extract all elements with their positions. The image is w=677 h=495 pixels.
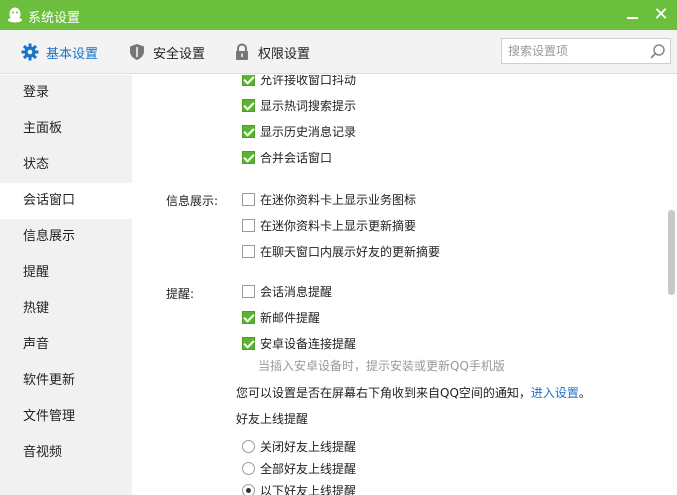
section-label-info-display: 信息展示: <box>166 194 219 208</box>
checkbox-label: 在迷你资料卡上显示更新摘要 <box>260 218 417 233</box>
qzone-notice-period: 。 <box>578 386 591 400</box>
radio-selected-friends-online[interactable]: 以下好友上线提醒 <box>242 481 356 495</box>
sidebar-item-info-display[interactable]: 信息展示 <box>0 219 132 255</box>
checkbox[interactable] <box>242 336 255 350</box>
checkbox[interactable] <box>242 150 255 164</box>
checkbox-label: 合并会话窗口 <box>260 150 333 165</box>
checkbox-allow-window-shake[interactable]: 允许接收窗口抖动 <box>242 75 356 88</box>
radio-all-friends-online[interactable]: 全部好友上线提醒 <box>242 459 356 477</box>
section-label-friend-online: 好友上线提醒 <box>236 412 309 426</box>
checkbox-label: 安卓设备连接提醒 <box>260 336 357 351</box>
gear-icon <box>21 43 39 61</box>
radio-disable-friend-online[interactable]: 关闭好友上线提醒 <box>242 437 356 455</box>
qzone-notice-text: 您可以设置是否在屏幕右下角收到来自QQ空间的通知， <box>236 386 531 400</box>
sidebar-item-file-management[interactable]: 文件管理 <box>0 399 132 435</box>
window-title: 系统设置 <box>28 11 81 26</box>
checkbox-hot-word-search[interactable]: 显示热词搜索提示 <box>242 96 356 114</box>
checkbox-mini-card-business-icon[interactable]: 在迷你资料卡上显示业务图标 <box>242 190 416 208</box>
scrollbar-thumb[interactable] <box>668 210 675 295</box>
checkbox-label: 在迷你资料卡上显示业务图标 <box>260 192 417 207</box>
section-label-reminder: 提醒: <box>166 287 195 301</box>
checkbox-merge-sessions[interactable]: 合并会话窗口 <box>242 148 332 166</box>
search-icon[interactable] <box>649 43 666 60</box>
settings-content: 允许接收窗口抖动 显示热词搜索提示 显示历史消息记录 合并会话窗口 信息展示: … <box>132 75 677 495</box>
tab-permission-settings[interactable]: 权限设置 <box>233 41 310 63</box>
checkbox-label: 允许接收窗口抖动 <box>260 75 357 87</box>
radio-label: 以下好友上线提醒 <box>260 483 357 495</box>
checkbox-new-mail-reminder[interactable]: 新邮件提醒 <box>242 308 320 326</box>
sidebar-item-session-window[interactable]: 会话窗口 <box>0 183 132 219</box>
minimize-button[interactable] <box>622 5 642 25</box>
settings-sidebar: 登录 主面板 状态 会话窗口 信息展示 提醒 热键 声音 软件更新 文件管理 音… <box>0 75 132 495</box>
title-bar: 系统设置 ✕ <box>0 0 677 30</box>
checkbox[interactable] <box>242 310 255 324</box>
sidebar-item-status[interactable]: 状态 <box>0 147 132 183</box>
lock-icon <box>236 43 248 60</box>
checkbox-label: 新邮件提醒 <box>260 310 321 325</box>
sidebar-item-audio-video[interactable]: 音视频 <box>0 435 132 471</box>
checkbox-mini-card-update-summary[interactable]: 在迷你资料卡上显示更新摘要 <box>242 216 416 234</box>
checkbox[interactable] <box>242 124 255 138</box>
sidebar-item-software-update[interactable]: 软件更新 <box>0 363 132 399</box>
checkbox-show-history[interactable]: 显示历史消息记录 <box>242 122 356 140</box>
checkbox[interactable] <box>242 244 255 258</box>
sidebar-item-login[interactable]: 登录 <box>0 75 132 111</box>
android-hint-text: 当插入安卓设备时，提示安装或更新QQ手机版 <box>258 359 505 373</box>
content-scrollbar[interactable] <box>666 75 677 495</box>
checkbox-label: 会话消息提醒 <box>260 284 333 299</box>
search-input[interactable] <box>508 42 648 60</box>
checkbox-label: 显示历史消息记录 <box>260 124 357 139</box>
tab-label: 安全设置 <box>153 46 206 62</box>
close-button[interactable]: ✕ <box>650 4 672 26</box>
qzone-notice: 您可以设置是否在屏幕右下角收到来自QQ空间的通知，进入设置。 <box>236 384 591 401</box>
checkbox[interactable] <box>242 218 255 232</box>
radio-button[interactable] <box>242 483 255 495</box>
checkbox-chat-friend-updates[interactable]: 在聊天窗口内展示好友的更新摘要 <box>242 242 440 260</box>
checkbox[interactable] <box>242 284 255 298</box>
checkbox[interactable] <box>242 75 255 86</box>
checkbox[interactable] <box>242 98 255 112</box>
sidebar-item-hotkeys[interactable]: 热键 <box>0 291 132 327</box>
shield-icon <box>130 44 144 60</box>
checkbox-label: 在聊天窗口内展示好友的更新摘要 <box>260 244 441 259</box>
sidebar-item-reminder[interactable]: 提醒 <box>0 255 132 291</box>
tab-security-settings[interactable]: 安全设置 <box>128 41 205 63</box>
checkbox-label: 显示热词搜索提示 <box>260 98 357 113</box>
radio-button[interactable] <box>242 439 255 453</box>
tab-basic-settings[interactable]: 基本设置 <box>21 41 98 63</box>
checkbox-session-message-reminder[interactable]: 会话消息提醒 <box>242 282 332 300</box>
sidebar-item-sound[interactable]: 声音 <box>0 327 132 363</box>
checkbox-android-connect-reminder[interactable]: 安卓设备连接提醒 <box>242 334 356 352</box>
settings-tab-bar: 基本设置 安全设置 权限设置 <box>0 30 677 74</box>
checkbox[interactable] <box>242 192 255 206</box>
radio-label: 关闭好友上线提醒 <box>260 439 357 454</box>
radio-label: 全部好友上线提醒 <box>260 461 357 476</box>
qq-penguin-icon <box>8 7 22 23</box>
search-box[interactable] <box>501 38 671 64</box>
tab-label: 基本设置 <box>46 46 99 62</box>
sidebar-item-main-panel[interactable]: 主面板 <box>0 111 132 147</box>
radio-button[interactable] <box>242 461 255 475</box>
enter-settings-link[interactable]: 进入设置 <box>531 386 579 400</box>
tab-label: 权限设置 <box>258 46 311 62</box>
